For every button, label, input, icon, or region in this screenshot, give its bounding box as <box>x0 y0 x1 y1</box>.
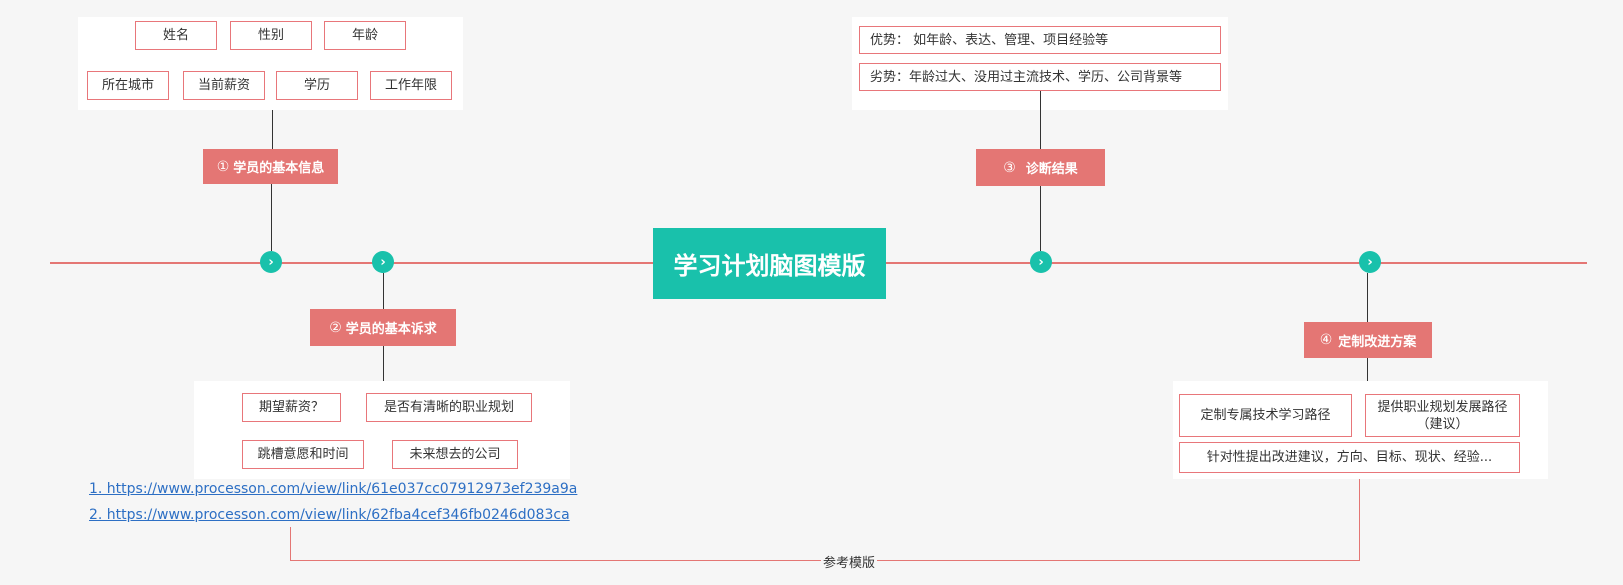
b4-connector-top <box>1367 273 1368 322</box>
branch-2-number: ② <box>329 319 342 336</box>
b1-item-work-years[interactable]: 工作年限 <box>370 71 452 100</box>
branch-3-text: 诊断结果 <box>1025 162 1078 177</box>
ref-bracket-right <box>1359 479 1360 561</box>
reference-label: 参考模版 <box>821 552 878 571</box>
branch-1-label[interactable]: ① 学员的基本信息 <box>203 149 338 184</box>
b1-connector-top <box>272 110 273 149</box>
b2-connector-bottom <box>383 346 384 381</box>
b1-item-name[interactable]: 姓名 <box>135 21 217 50</box>
b2-item-expected-salary[interactable]: 期望薪资？ <box>242 393 341 422</box>
branch-3-label[interactable]: ③ 诊断结果 <box>976 149 1105 186</box>
center-title[interactable]: 学习计划脑图模版 <box>653 228 886 299</box>
b1-connector-bottom <box>271 184 272 251</box>
branch-4-label[interactable]: ④ 定制改进方案 <box>1304 322 1432 358</box>
b1-item-salary[interactable]: 当前薪资 <box>183 71 265 100</box>
b1-item-age[interactable]: 年龄 <box>324 21 406 50</box>
b1-item-gender[interactable]: 性别 <box>230 21 312 50</box>
node-chevron-icon-2[interactable]: › <box>372 251 394 273</box>
b2-item-job-change[interactable]: 跳槽意愿和时间 <box>242 440 364 469</box>
branch-4-text: 定制改进方案 <box>1338 334 1417 350</box>
node-chevron-icon-1[interactable]: › <box>260 251 282 273</box>
b2-connector-top <box>383 273 384 309</box>
node-chevron-icon-3[interactable]: › <box>1030 251 1052 273</box>
branch-3-number: ③ <box>1003 159 1016 176</box>
branch-2-text: 学员的基本诉求 <box>345 322 437 337</box>
node-chevron-icon-4[interactable]: › <box>1359 251 1381 273</box>
reference-link-1[interactable]: 1. https://www.processon.com/view/link/6… <box>89 481 577 497</box>
b3-connector-bottom <box>1040 186 1041 251</box>
branch-1-number: ① <box>216 158 230 175</box>
b4-item-career-path[interactable]: 提供职业规划发展路径（建议） <box>1365 394 1520 437</box>
b4-item-suggestions[interactable]: 针对性提出改进建议，方向、目标、现状、经验... <box>1179 442 1520 473</box>
b2-item-target-company[interactable]: 未来想去的公司 <box>392 440 518 469</box>
branch-4-number: ④ <box>1319 332 1333 348</box>
b3-item-strengths[interactable]: 优势： 如年龄、表达、管理、项目经验等 <box>859 26 1221 54</box>
branch-1-text: 学员的基本信息 <box>233 161 325 176</box>
b1-item-city[interactable]: 所在城市 <box>87 71 169 100</box>
branch-2-label[interactable]: ② 学员的基本诉求 <box>310 309 456 346</box>
b3-connector-top <box>1040 91 1041 149</box>
b1-item-education[interactable]: 学历 <box>276 71 358 100</box>
b4-item-learning-path[interactable]: 定制专属技术学习路径 <box>1179 394 1352 437</box>
b4-connector-bottom <box>1367 358 1368 381</box>
b2-item-career-plan[interactable]: 是否有清晰的职业规划 <box>366 393 532 422</box>
reference-link-2[interactable]: 2. https://www.processon.com/view/link/6… <box>89 507 570 523</box>
b3-item-weaknesses[interactable]: 劣势：年龄过大、没用过主流技术、学历、公司背景等 <box>859 63 1221 91</box>
ref-bracket-left <box>290 527 291 561</box>
